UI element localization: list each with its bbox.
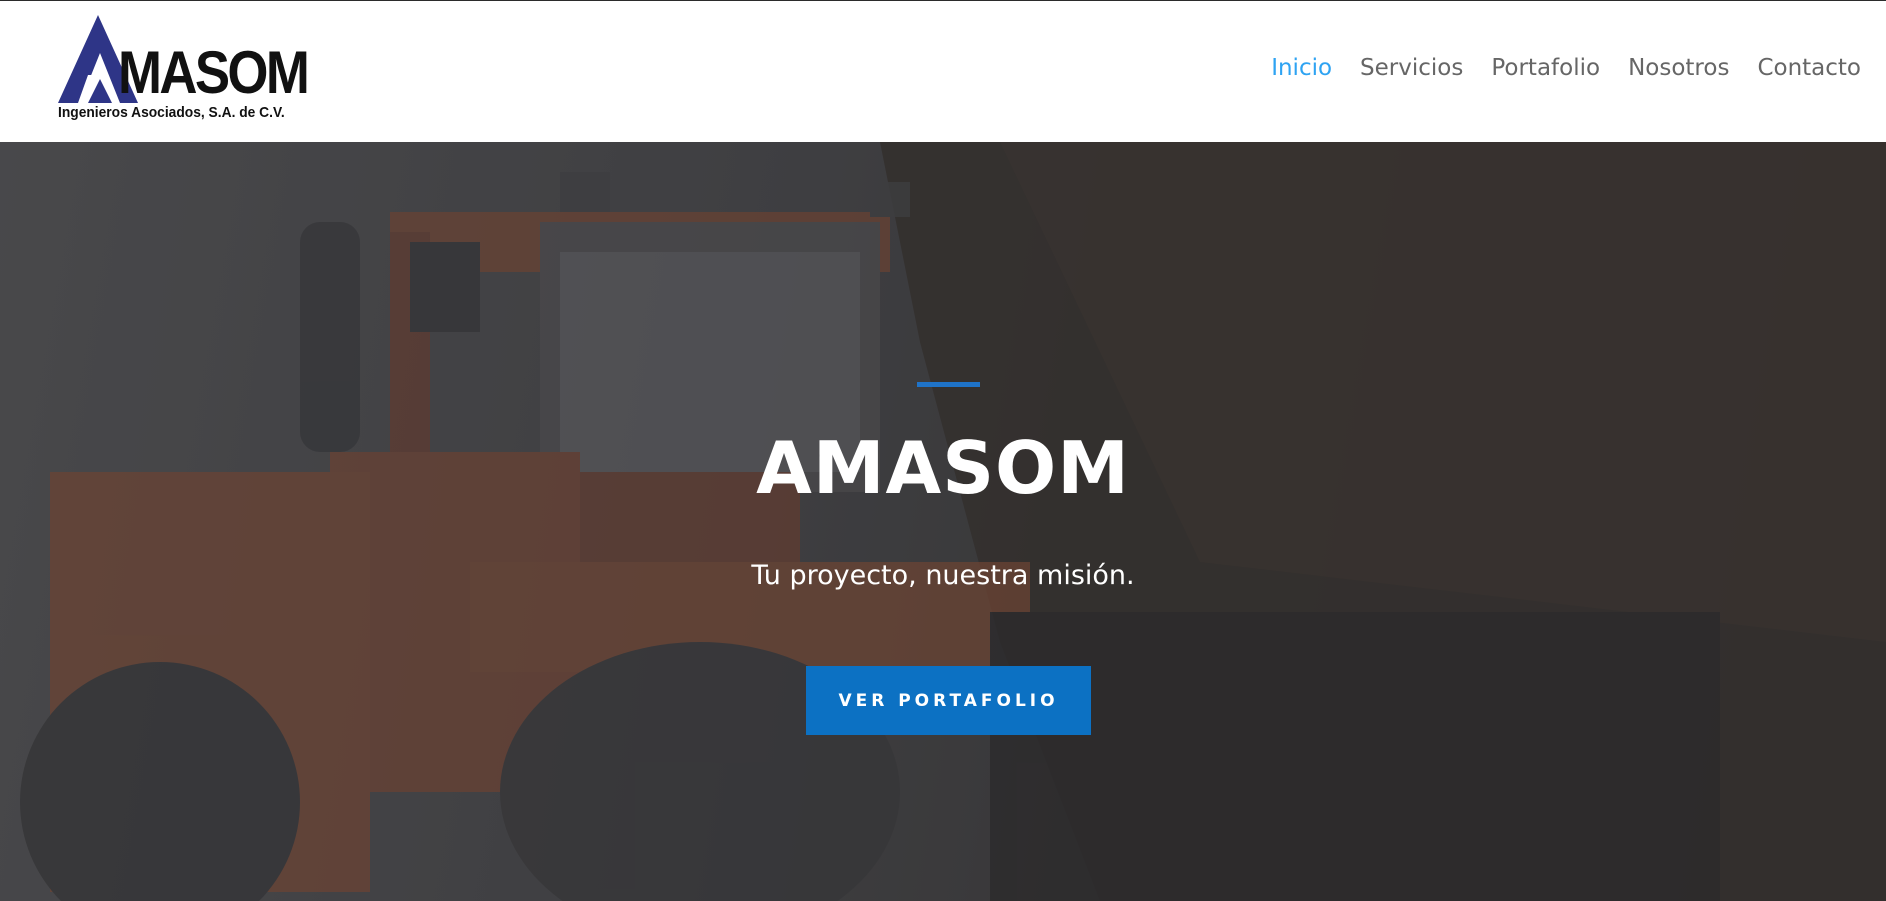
view-portfolio-button[interactable]: VER PORTAFOLIO: [806, 666, 1091, 735]
company-logo[interactable]: MASOM Ingenieros Asociados, S.A. de C.V.: [56, 15, 310, 125]
logo-wordmark: MASOM: [118, 39, 310, 106]
nav-link-servicios[interactable]: Servicios: [1360, 55, 1463, 83]
hero-content: AMASOM Tu proyecto, nuestra misión. VER …: [0, 142, 1886, 901]
nav-link-inicio[interactable]: Inicio: [1271, 55, 1332, 83]
page: MASOM Ingenieros Asociados, S.A. de C.V.…: [0, 0, 1886, 901]
logo-tagline: Ingenieros Asociados, S.A. de C.V.: [58, 104, 285, 121]
hero-section: AMASOM Tu proyecto, nuestra misión. VER …: [0, 142, 1886, 901]
nav-link-nosotros[interactable]: Nosotros: [1628, 55, 1729, 83]
nav-link-contacto[interactable]: Contacto: [1757, 55, 1861, 83]
nav-link-portafolio[interactable]: Portafolio: [1491, 55, 1600, 83]
main-navigation: Inicio Servicios Portafolio Nosotros Con…: [1243, 55, 1861, 83]
hero-title: AMASOM: [756, 426, 1130, 510]
hero-accent-divider: [917, 382, 980, 387]
hero-subtitle: Tu proyecto, nuestra misión.: [751, 560, 1135, 591]
site-header: MASOM Ingenieros Asociados, S.A. de C.V.…: [0, 0, 1886, 142]
